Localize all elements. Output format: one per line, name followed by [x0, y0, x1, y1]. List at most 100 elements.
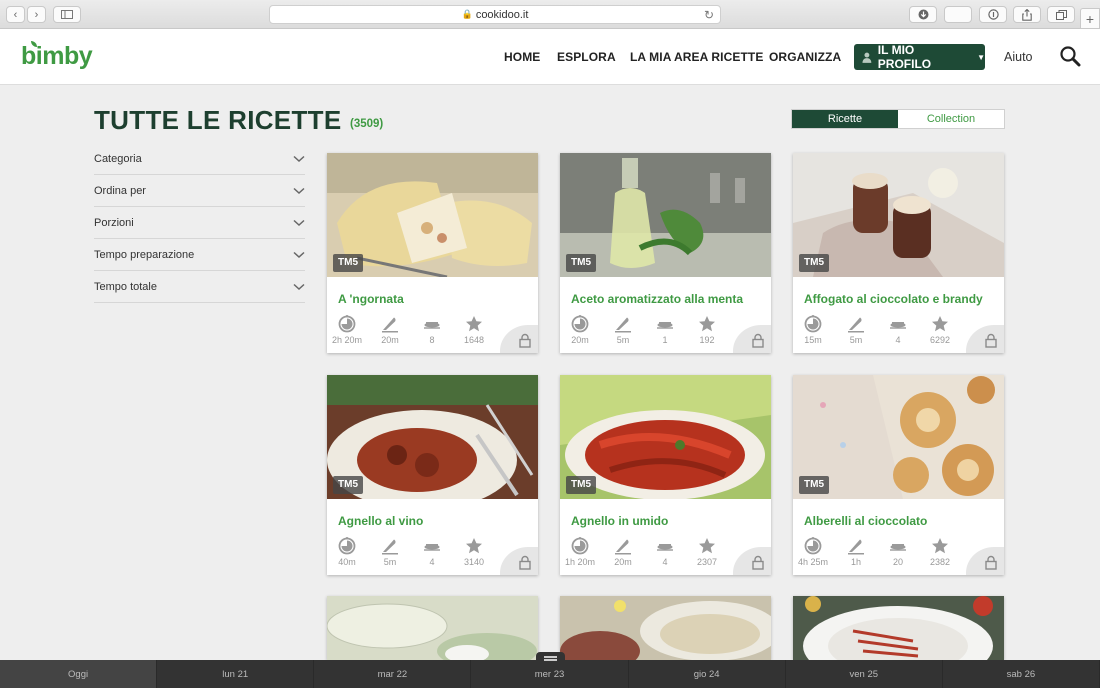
- day-lun[interactable]: lun 21: [157, 660, 315, 688]
- day-gio[interactable]: gio 24: [629, 660, 786, 688]
- portions: 4: [412, 537, 452, 567]
- ratings-value: 192: [699, 335, 715, 345]
- clock-icon: [571, 315, 589, 333]
- nav-organizza[interactable]: ORGANIZZA: [769, 50, 841, 64]
- nav-area-ricette[interactable]: LA MIA AREA RICETTE: [630, 50, 763, 64]
- portions-value: 1: [662, 335, 668, 345]
- filter-tempo-totale[interactable]: Tempo totale: [94, 271, 305, 303]
- search-icon[interactable]: [1059, 45, 1081, 67]
- recipe-title[interactable]: Alberelli al cioccolato: [804, 514, 927, 528]
- lock-button[interactable]: [733, 547, 771, 575]
- filter-label: Tempo preparazione: [94, 248, 195, 261]
- chevron-down-icon: [293, 251, 305, 258]
- recipe-title[interactable]: Affogato al cioccolato e brandy: [804, 292, 983, 306]
- recipe-card[interactable]: TM5 Alberelli al cioccolato 4h 25m 1h 20…: [793, 375, 1004, 575]
- forward-button[interactable]: ›: [27, 6, 46, 23]
- help-link[interactable]: Aiuto: [1004, 50, 1033, 64]
- portions-value: 4: [662, 557, 668, 567]
- recipe-card[interactable]: TM5 Agnello in umido 1h 20m 20m 4 2307: [560, 375, 771, 575]
- filter-porzioni[interactable]: Porzioni: [94, 207, 305, 239]
- recipe-title[interactable]: Agnello al vino: [338, 514, 423, 528]
- day-mar[interactable]: mar 22: [314, 660, 472, 688]
- browser-toolbar: ‹ › 🔒 cookidoo.it ↻ +: [0, 0, 1100, 29]
- planner-handle[interactable]: [536, 652, 565, 664]
- lock-button[interactable]: [500, 325, 538, 353]
- lock-icon: [519, 333, 531, 348]
- reader-button[interactable]: [979, 6, 1007, 23]
- tab-collection[interactable]: Collection: [898, 110, 1004, 128]
- recipe-card[interactable]: TM5 Agnello al vino 40m 5m 4 3140: [327, 375, 538, 575]
- back-button[interactable]: ‹: [6, 6, 25, 23]
- share-button[interactable]: [1013, 6, 1041, 23]
- new-tab-button[interactable]: +: [1080, 8, 1100, 29]
- lock-button[interactable]: [733, 325, 771, 353]
- recipe-title[interactable]: Aceto aromatizzato alla menta: [571, 292, 743, 306]
- view-switch: Ricette Collection: [791, 109, 1005, 129]
- recipe-card[interactable]: TM5 A 'ngornata 2h 20m 20m 8 1648: [327, 153, 538, 353]
- lock-icon: [985, 333, 997, 348]
- filter-label: Categoria: [94, 152, 142, 165]
- knife-icon: [381, 315, 399, 333]
- chevron-down-icon: [293, 219, 305, 226]
- lock-button[interactable]: [966, 547, 1004, 575]
- sidebar-icon: [61, 10, 73, 19]
- portions-icon: [656, 315, 674, 333]
- extension-button[interactable]: [944, 6, 972, 23]
- clock-icon: [804, 315, 822, 333]
- portions-value: 8: [429, 335, 435, 345]
- recipe-card-partial[interactable]: [327, 596, 538, 660]
- portions: 1: [645, 315, 685, 345]
- prep-time-value: 20m: [381, 335, 399, 345]
- site-header: bimby HOME ESPLORA LA MIA AREA RICETTE O…: [0, 29, 1100, 85]
- filter-ordina-per[interactable]: Ordina per: [94, 175, 305, 207]
- filter-label: Porzioni: [94, 216, 134, 229]
- recipe-card[interactable]: TM5 Affogato al cioccolato e brandy 15m …: [793, 153, 1004, 353]
- knife-icon: [847, 315, 865, 333]
- tm5-badge: TM5: [799, 476, 829, 494]
- day-today[interactable]: Oggi: [0, 660, 158, 688]
- prep-time-value: 5m: [616, 335, 630, 345]
- portions-value: 4: [895, 335, 901, 345]
- day-sab[interactable]: sab 26: [943, 660, 1100, 688]
- sidebar-toggle-button[interactable]: [53, 6, 81, 23]
- total-time: 2h 20m: [327, 315, 367, 345]
- chevron-down-icon: [293, 155, 305, 162]
- tabs-button[interactable]: [1047, 6, 1075, 23]
- filter-categoria[interactable]: Categoria: [94, 143, 305, 175]
- nav-esplora[interactable]: ESPLORA: [557, 50, 616, 64]
- prep-time-value: 5m: [383, 557, 397, 567]
- prep-time: 20m: [603, 537, 643, 567]
- day-mer[interactable]: mer 23: [471, 660, 629, 688]
- prep-time-value: 5m: [849, 335, 863, 345]
- ratings: 2307: [687, 537, 727, 567]
- star-icon: [931, 315, 949, 333]
- tab-ricette[interactable]: Ricette: [792, 110, 898, 128]
- bimby-logo[interactable]: bimby: [21, 42, 93, 71]
- recipe-card[interactable]: TM5 Aceto aromatizzato alla menta 20m 5m…: [560, 153, 771, 353]
- knife-icon: [847, 537, 865, 555]
- reload-icon[interactable]: ↻: [704, 8, 714, 22]
- lock-icon: [985, 555, 997, 570]
- lock-button[interactable]: [500, 547, 538, 575]
- star-icon: [698, 315, 716, 333]
- lock-button[interactable]: [966, 325, 1004, 353]
- address-bar[interactable]: 🔒 cookidoo.it ↻: [269, 5, 721, 24]
- portions-value: 20: [892, 557, 903, 567]
- recipe-title[interactable]: A 'ngornata: [338, 292, 404, 306]
- knife-icon: [614, 537, 632, 555]
- filter-tempo-preparazione[interactable]: Tempo preparazione: [94, 239, 305, 271]
- recipe-card-partial[interactable]: [560, 596, 771, 660]
- star-icon: [931, 537, 949, 555]
- total-time-value: 15m: [804, 335, 822, 345]
- nav-home[interactable]: HOME: [504, 50, 540, 64]
- recipe-card-partial[interactable]: [793, 596, 1004, 660]
- profile-button[interactable]: IL MIO PROFILO ▼: [854, 43, 985, 71]
- total-time-value: 2h 20m: [331, 335, 363, 345]
- page-title: TUTTE LE RICETTE: [94, 105, 342, 135]
- day-ven[interactable]: ven 25: [786, 660, 943, 688]
- tm5-badge: TM5: [566, 254, 596, 272]
- ratings-value: 6292: [929, 335, 951, 345]
- downloads-button[interactable]: [909, 6, 937, 23]
- portions: 8: [412, 315, 452, 345]
- recipe-title[interactable]: Agnello in umido: [571, 514, 668, 528]
